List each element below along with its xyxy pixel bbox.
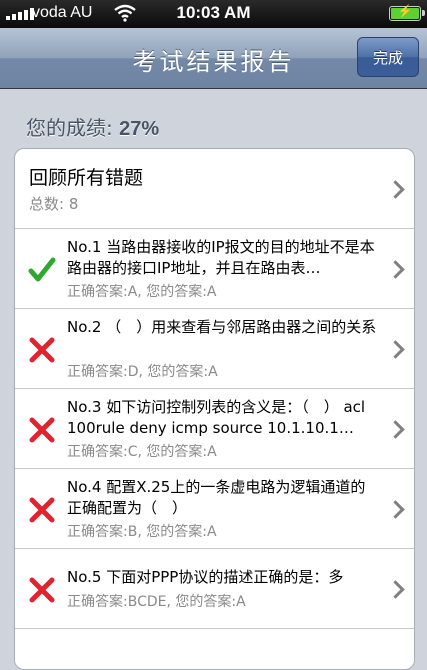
question-text: No.2 （ ）用来查看与邻居路由器之间的关系 [67, 318, 377, 336]
question-answer: 正确答案:D, 您的答案:A [67, 364, 218, 380]
navigation-bar: 考试结果报告 完成 [0, 28, 427, 89]
review-wrong-answers-row[interactable]: 回顾所有错题 总数: 8 [15, 149, 414, 229]
review-title: 回顾所有错题 [29, 167, 144, 189]
question-answer: 正确答案:A, 您的答案:A [67, 284, 217, 300]
question-row-4[interactable]: No.4 配置X.25上的一条虚电路为逻辑通道的正确配置为（ ） 正确答案:B,… [15, 469, 414, 549]
question-text: No.4 配置X.25上的一条虚电路为逻辑通道的正确配置为（ ） [67, 478, 366, 517]
chevron-right-icon [386, 420, 405, 439]
question-row-1[interactable]: No.1 当路由器接收的IP报文的目的地址不是本路由器的接口IP地址，并且在路由… [15, 229, 414, 309]
chevron-right-icon [386, 260, 405, 279]
chevron-right-icon [386, 340, 405, 359]
chevron-right-icon [386, 500, 405, 519]
question-row-2[interactable]: No.2 （ ）用来查看与邻居路由器之间的关系 正确答案:D, 您的答案:A [15, 309, 414, 389]
review-count: 总数: 8 [29, 195, 79, 213]
check-icon [28, 257, 56, 282]
question-answer: 正确答案:B, 您的答案:A [67, 524, 217, 540]
question-text: No.5 下面对PPP协议的描述正确的是：多 [67, 568, 344, 586]
status-bar: voda AU 10:03 AM ⚡ [0, 0, 427, 28]
results-list: 回顾所有错题 总数: 8 No.1 当路由器接收的IP报文的目的地址不是本路由器… [14, 148, 415, 670]
cross-icon [29, 417, 55, 443]
question-row-3[interactable]: No.3 如下访问控制列表的含义是：（ ） acl 100rule deny i… [15, 389, 414, 469]
clock: 10:03 AM [176, 3, 251, 22]
cross-icon [29, 337, 55, 363]
done-button[interactable]: 完成 [357, 37, 419, 77]
question-text: No.3 如下访问控制列表的含义是：（ ） acl 100rule deny i… [67, 398, 366, 437]
battery-charging-icon: ⚡ [389, 4, 425, 21]
question-row-5[interactable]: No.5 下面对PPP协议的描述正确的是：多 正确答案:BCDE, 您的答案:A [15, 549, 414, 629]
question-answer: 正确答案:BCDE, 您的答案:A [67, 594, 246, 610]
chevron-right-icon [386, 180, 405, 199]
cross-icon [29, 577, 55, 603]
score-value: 27% [119, 118, 160, 140]
score-label: 您的成绩: [26, 116, 120, 140]
chevron-right-icon [386, 580, 405, 599]
cross-icon [29, 497, 55, 523]
question-text: No.1 当路由器接收的IP报文的目的地址不是本路由器的接口IP地址，并且在路由… [67, 238, 375, 277]
score-summary: 您的成绩: 27% [26, 112, 159, 141]
question-answer: 正确答案:C, 您的答案:A [67, 444, 217, 460]
